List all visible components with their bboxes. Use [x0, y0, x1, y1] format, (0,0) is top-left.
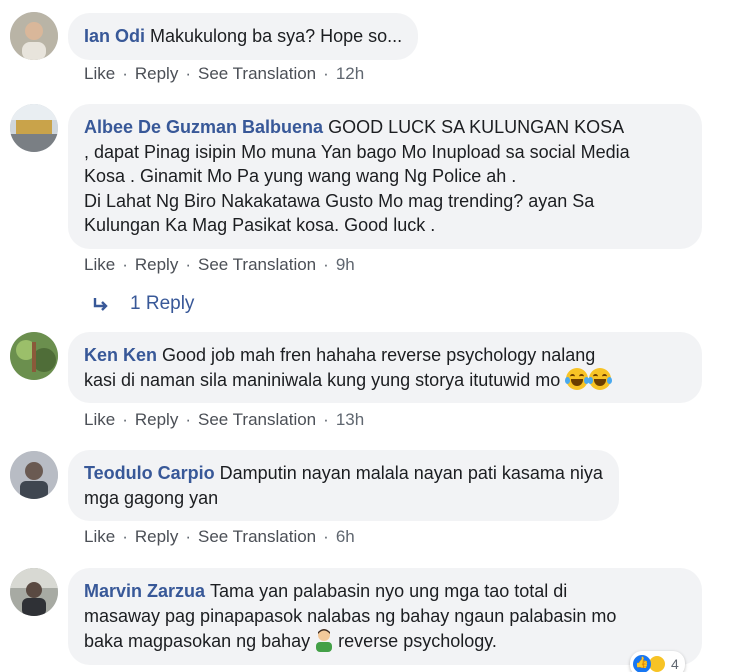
comment-author[interactable]: Marvin Zarzua: [84, 581, 205, 601]
comment-text-line: GOOD LUCK SA KULUNGAN KOSA: [328, 117, 625, 137]
comment-text-line: , dapat Pinag isipin Mo muna Yan bago Mo…: [84, 141, 630, 162]
separator: ·: [122, 527, 128, 546]
see-translation-link[interactable]: See Translation: [198, 527, 316, 546]
separator: ·: [323, 64, 329, 83]
reply-button[interactable]: Reply: [135, 255, 178, 274]
like-button[interactable]: Like: [84, 64, 115, 83]
like-button[interactable]: Like: [84, 255, 115, 274]
comment-timestamp[interactable]: 13h: [336, 410, 364, 429]
comment-bubble: Marvin Zarzua Tama yan palabasin nyo ung …: [68, 568, 702, 665]
comment-text-line: Damputin nayan malala nayan pati kasama …: [219, 463, 603, 483]
comment-text-line: Kosa . Ginamit Mo Pa yung wang wang Ng P…: [84, 166, 517, 186]
separator: ·: [323, 527, 329, 546]
see-translation-link[interactable]: See Translation: [198, 410, 316, 429]
avatar[interactable]: [10, 451, 58, 499]
view-replies-link[interactable]: 1 Reply: [92, 293, 194, 315]
comment-text-line: mga gagong yan: [84, 487, 219, 508]
comment-text-line: Good job mah fren hahaha reverse psychol…: [162, 345, 596, 365]
person-emoji-icon: [316, 629, 333, 652]
comment-timestamp[interactable]: 12h: [336, 64, 364, 83]
comment-author[interactable]: Teodulo Carpio: [84, 463, 215, 483]
comment-text-line: baka magpasokan ng bahay: [84, 631, 311, 651]
laughing-crying-emoji-icon: [588, 367, 613, 390]
separator: ·: [122, 255, 128, 274]
comment-text-line: kasi di naman sila maniniwala kung yung …: [84, 369, 561, 390]
reply-button[interactable]: Reply: [135, 527, 178, 546]
comment-actions: Like · Reply · See Translation · 13h: [84, 410, 364, 430]
comment-actions: Like · Reply · See Translation · 9h: [84, 255, 355, 275]
comment-text-line: Di Lahat Ng Biro Nakakatawa Gusto Mo mag…: [84, 190, 595, 211]
separator: ·: [185, 527, 191, 546]
separator: ·: [323, 255, 329, 274]
comment-text-line: Kulungan Ka Mag Pasikat kosa. Good luck …: [84, 215, 436, 235]
comment-bubble: Ken Ken Good job mah fren hahaha reverse …: [68, 332, 702, 403]
avatar[interactable]: [10, 12, 58, 60]
like-reaction-icon: [633, 655, 651, 672]
comment-timestamp[interactable]: 6h: [336, 527, 355, 546]
like-button[interactable]: Like: [84, 410, 115, 429]
comment-author[interactable]: Albee De Guzman Balbuena: [84, 117, 323, 137]
see-translation-link[interactable]: See Translation: [198, 64, 316, 83]
comment-bubble: Teodulo Carpio Damputin nayan malala naya…: [68, 450, 619, 521]
avatar[interactable]: [10, 332, 58, 380]
comment-timestamp[interactable]: 9h: [336, 255, 355, 274]
comment-bubble: Albee De Guzman Balbuena GOOD LUCK SA KUL…: [68, 104, 702, 249]
separator: ·: [323, 410, 329, 429]
reply-arrow-icon: [93, 298, 108, 311]
comment-text-line: Tama yan palabasin nyo ung mga tao total…: [210, 581, 568, 601]
separator: ·: [185, 255, 191, 274]
see-translation-link[interactable]: See Translation: [198, 255, 316, 274]
comment-author[interactable]: Ken Ken: [84, 345, 157, 365]
laughing-crying-emoji-icon: [565, 367, 590, 390]
comment-actions: Like · Reply · See Translation · 6h: [84, 527, 355, 547]
reaction-count: 4: [671, 656, 679, 672]
comment-text-line: masaway pag pinapapasok nalabas ng bahay…: [84, 605, 617, 626]
reactions-summary[interactable]: 4: [630, 651, 685, 672]
separator: ·: [122, 64, 128, 83]
like-button[interactable]: Like: [84, 527, 115, 546]
comment-actions: Like · Reply · See Translation · 12h: [84, 64, 364, 84]
reply-button[interactable]: Reply: [135, 410, 178, 429]
replies-count[interactable]: 1 Reply: [130, 293, 194, 315]
comment-bubble: Ian Odi Makukulong ba sya? Hope so...: [68, 13, 419, 60]
reply-button[interactable]: Reply: [135, 64, 178, 83]
avatar[interactable]: [10, 568, 58, 616]
avatar[interactable]: [10, 104, 58, 152]
comment-author[interactable]: Ian Odi: [84, 26, 145, 46]
separator: ·: [122, 410, 128, 429]
separator: ·: [185, 410, 191, 429]
comment-text-line: reverse psychology.: [338, 631, 497, 651]
separator: ·: [185, 64, 191, 83]
comment-text: Makukulong ba sya? Hope so...: [150, 26, 403, 46]
